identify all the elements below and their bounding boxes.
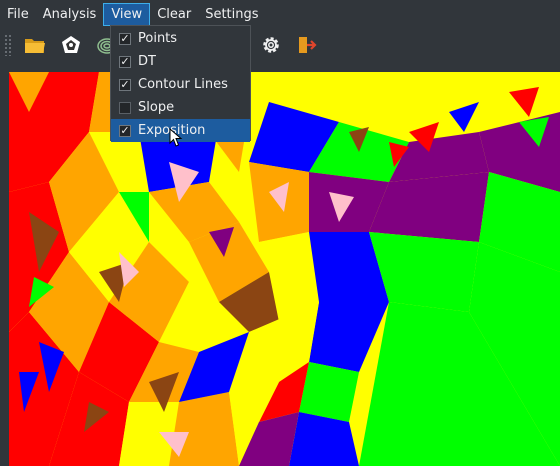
menu-settings[interactable]: Settings (198, 3, 265, 26)
menu-analysis[interactable]: Analysis (36, 3, 104, 26)
view-menu-item-label: Slope (138, 100, 175, 115)
exposition-map-canvas[interactable] (9, 72, 560, 466)
view-menu-item-dt[interactable]: ✓ DT (111, 50, 250, 73)
gear-icon (263, 37, 279, 53)
menu-clear[interactable]: Clear (150, 3, 198, 26)
menu-file[interactable]: File (0, 3, 36, 26)
open-file-button[interactable] (20, 30, 50, 60)
view-menu-item-label: Contour Lines (138, 77, 228, 92)
slope-checkbox[interactable] (119, 101, 131, 114)
view-menu-item-slope[interactable]: Slope (111, 96, 250, 119)
settings-button[interactable] (256, 30, 286, 60)
view-menu-dropdown: ✓ Points ✓ DT ✓ Contour Lines Slope ✓ Ex… (110, 25, 251, 142)
menu-bar: File Analysis View Clear Settings (0, 0, 560, 27)
view-menu-item-label: Points (138, 31, 178, 46)
toolbar (0, 27, 560, 63)
mouse-cursor-icon (169, 128, 183, 147)
contour-lines-checkbox[interactable]: ✓ (119, 78, 131, 91)
exit-icon (299, 37, 317, 53)
points-checkbox[interactable]: ✓ (119, 32, 131, 45)
view-menu-item-contour-lines[interactable]: ✓ Contour Lines (111, 73, 250, 96)
view-menu-item-label: DT (138, 54, 156, 69)
points-button[interactable] (56, 30, 86, 60)
folder-open-icon (25, 39, 45, 53)
toolbar-grip[interactable] (4, 34, 12, 56)
menu-view[interactable]: View (103, 2, 151, 26)
exit-button[interactable] (292, 30, 322, 60)
exposition-checkbox[interactable]: ✓ (119, 124, 131, 137)
dt-checkbox[interactable]: ✓ (119, 55, 131, 68)
points-icon (62, 36, 80, 53)
triangulation-map (9, 72, 560, 466)
view-menu-item-points[interactable]: ✓ Points (111, 27, 250, 50)
